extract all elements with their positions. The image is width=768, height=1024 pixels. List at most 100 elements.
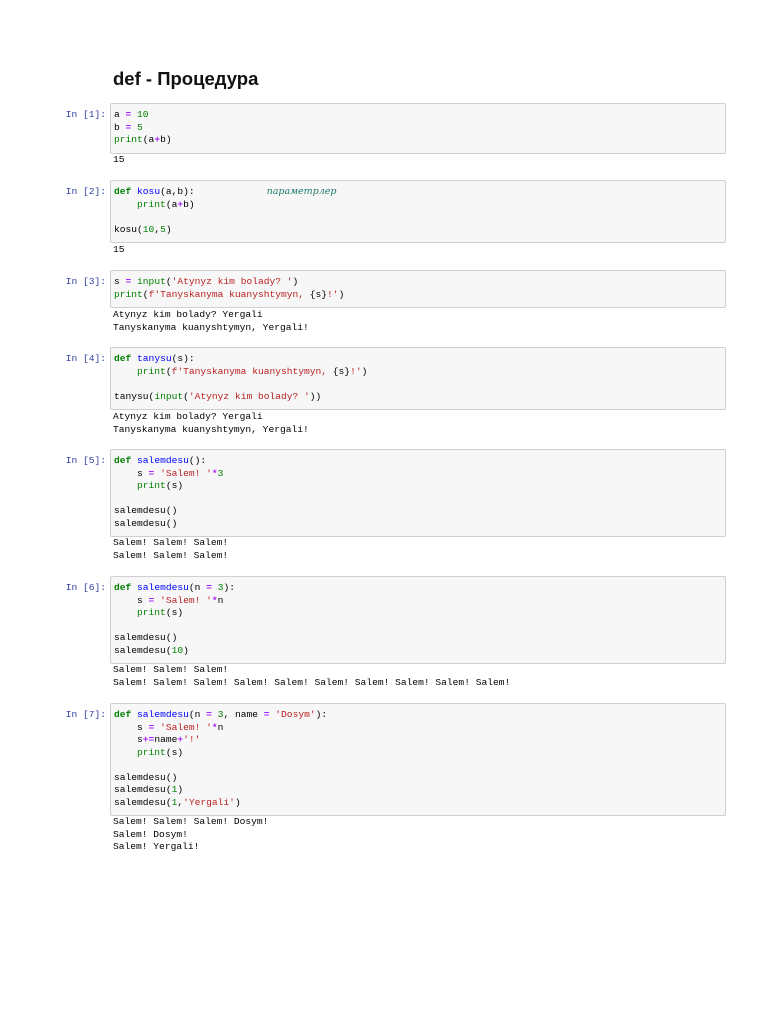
code-token: salemdesu( [114, 784, 172, 795]
code-line: a = 10 [114, 109, 725, 122]
code-token: b) [183, 198, 195, 210]
cell-prompt: In [3]: [65, 276, 106, 287]
cell-output: Salem! Salem! Salem! Salem! Salem! Salem! [113, 537, 726, 562]
code-token: salemdesu() [114, 517, 178, 529]
code-line: s+=name+'!' [114, 734, 725, 747]
output-line: Salem! Yergali! [113, 841, 200, 852]
output-line: Tanyskanyma kuanyshtymyn, Yergali! [113, 321, 309, 333]
code-token: def [114, 455, 132, 466]
output-line: Salem! Salem! Salem! Dosym! [113, 816, 269, 827]
cell-output: 15 [113, 154, 726, 167]
code-token: (s) [165, 746, 184, 758]
code-token: salemdesu( [114, 796, 172, 808]
cell-prompt: In [7]: [65, 709, 106, 720]
code-token: !' [327, 288, 339, 300]
code-token: 5 [137, 121, 143, 133]
code-line: s = input('Atynyz kim bolady? ') [114, 276, 725, 289]
code-line: print(f'Tanyskanyma kuanyshtymyn, {s}!') [114, 289, 725, 302]
code-token: (s): [171, 353, 195, 364]
code-token: def [114, 186, 132, 197]
code-cell-input[interactable]: def kosu(a,b): параметрлер print(a+b) kosu… [110, 180, 726, 243]
output-line: 15 [113, 154, 125, 165]
code-token: (a [165, 198, 178, 210]
code-token: kosu( [114, 223, 143, 235]
code-line: print(f'Tanyskanyma kuanyshtymyn, {s}!') [114, 366, 725, 379]
code-token: 10 [137, 109, 149, 120]
code-token: name [154, 734, 178, 745]
code-line: print(a+b) [114, 199, 725, 212]
output-line: Salem! Salem! Salem! [113, 537, 229, 548]
code-token: (n [188, 582, 207, 593]
code-line: print(s) [114, 607, 725, 620]
code-cell-input[interactable]: def salemdesu(n = 3): s = 'Salem! '*n pr… [110, 576, 726, 664]
code-token: 'Atynyz kim bolady? ' [171, 276, 293, 287]
code-token: {s} [309, 288, 328, 300]
code-token: 'Dosym' [275, 709, 316, 720]
code-line: s = 'Salem! '*n [114, 595, 725, 608]
code-token: (s) [165, 480, 184, 491]
code-token: (n [188, 709, 207, 720]
code-line: def kosu(a,b): параметрлер [114, 186, 725, 199]
code-token: def [114, 582, 132, 593]
code-token: salemdesu() [114, 632, 178, 643]
output-line: Atynyz kim bolady? Yergali [113, 411, 263, 422]
code-line: s = 'Salem! '*n [114, 722, 725, 735]
code-token: salemdesu [137, 709, 189, 720]
code-token: f'Tanyskanyma kuanyshtymyn, [171, 365, 333, 377]
output-line: Tanyskanyma kuanyshtymyn, Yergali! [113, 423, 309, 435]
code-line: salemdesu() [114, 518, 725, 531]
code-token: , name [223, 709, 264, 720]
code-line: print(s) [114, 747, 725, 760]
code-token: tanysu [137, 353, 172, 364]
code-token: {s} [332, 365, 351, 377]
code-cell-input[interactable]: def salemdesu(): s = 'Salem! '*3 print(s… [110, 449, 726, 537]
cell-prompt: In [2]: [65, 186, 106, 197]
code-token: 'Salem! ' [160, 467, 212, 479]
code-line: tanysu(input('Atynyz kim bolady? ')) [114, 391, 725, 404]
code-token: b) [160, 134, 172, 145]
code-token: salemdesu( [114, 644, 172, 656]
code-token: b [114, 121, 126, 133]
code-token: salemdesu [137, 455, 189, 466]
code-token: 'Atynyz kim bolady? ' [188, 390, 310, 402]
code-line: def tanysu(s): [114, 353, 725, 366]
code-cell-input[interactable]: s = input('Atynyz kim bolady? ') print(f'… [110, 270, 726, 308]
code-token: def [114, 353, 132, 364]
code-token: input [154, 390, 184, 402]
code-cell-input[interactable]: def tanysu(s): print(f'Tanyskanyma kuany… [110, 347, 726, 410]
handwritten-annotation: параметрлер [266, 186, 337, 197]
code-cell-input[interactable]: a = 10 b = 5 print(a+b) [110, 103, 726, 154]
code-token: n [217, 594, 224, 606]
code-line: b = 5 [114, 122, 725, 135]
cell-output: Atynyz kim bolady? Yergali Tanyskanyma ku… [113, 309, 726, 334]
code-token: input [137, 276, 166, 287]
code-token: s [114, 721, 149, 733]
code-token: s [114, 734, 143, 745]
code-token: s [114, 467, 149, 479]
output-line: Salem! Salem! Salem! [113, 664, 229, 675]
output-line: Salem! Salem! Salem! Salem! Salem! Salem… [113, 676, 511, 688]
cell-output: Salem! Salem! Salem! Dosym! Salem! Dosym!… [113, 816, 726, 854]
cell-prompt: In [4]: [65, 353, 106, 364]
cell-output: 15 [113, 244, 726, 257]
code-token: print [114, 134, 143, 145]
code-token: (a,b): [160, 186, 195, 197]
code-token: )) [309, 390, 322, 402]
code-cell-input[interactable]: def salemdesu(n = 3, name = 'Dosym'): s … [110, 703, 726, 816]
code-line: def salemdesu(n = 3): [114, 582, 725, 595]
code-line: salemdesu() [114, 505, 725, 518]
cell-prompt: In [1]: [65, 109, 106, 120]
code-token: (a [142, 134, 155, 145]
code-token: += [142, 734, 155, 745]
code-token: 10 [142, 223, 155, 235]
code-line: salemdesu(10) [114, 645, 725, 658]
code-token: salemdesu() [114, 505, 178, 516]
page-title: def - Процедура [113, 68, 259, 89]
